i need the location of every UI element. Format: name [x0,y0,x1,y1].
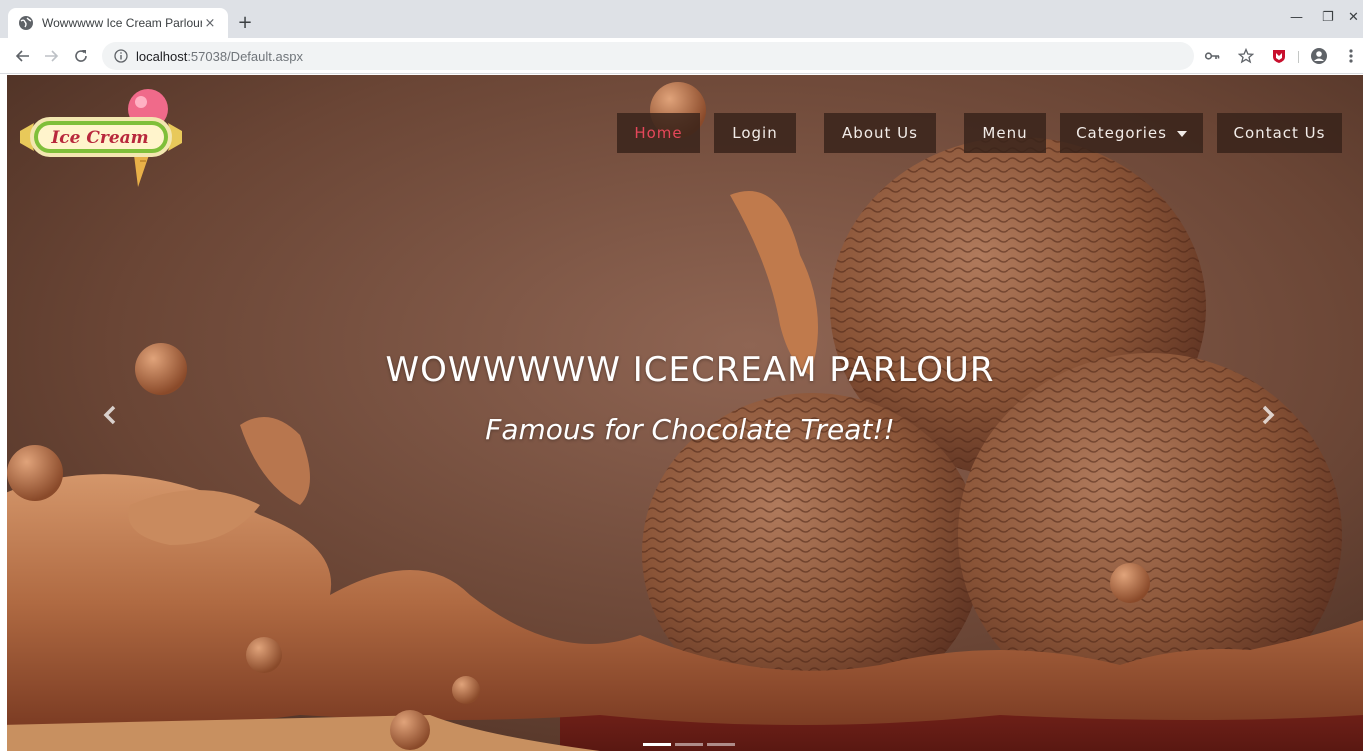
nav-menu-label: Menu [982,124,1028,142]
carousel-indicator[interactable] [643,743,671,746]
site-logo[interactable]: Ice Cream [20,83,182,187]
hero-subtitle: Famous for Chocolate Treat!! [485,413,895,446]
carousel-indicators [643,743,735,746]
reload-icon[interactable] [72,47,90,65]
nav-home[interactable]: Home [617,113,700,153]
new-tab-button[interactable]: + [236,14,254,32]
carousel-indicator[interactable] [707,743,735,746]
browser-toolbar: localhost:57038/Default.aspx [0,38,1363,74]
tab-title: Wowwwww Ice Cream Parlour [42,16,202,30]
back-arrow-icon[interactable] [14,47,32,65]
key-icon[interactable] [1203,47,1221,65]
carousel-prev-button[interactable] [96,397,124,433]
address-bar[interactable]: localhost:57038/Default.aspx [102,42,1194,70]
hero-title: WOWWWWW ICECREAM PARLOUR [385,350,995,390]
star-icon[interactable] [1237,47,1255,65]
toolbar-divider [1298,51,1299,63]
caret-down-icon [1176,131,1187,137]
carousel-indicator[interactable] [675,743,703,746]
nav-categories-dropdown[interactable]: Categories [1060,113,1203,153]
nav-contact-label: Contact Us [1233,124,1326,142]
maximize-button[interactable]: ❐ [1322,10,1334,25]
nav-categories-label: Categories [1076,124,1167,142]
close-window-button[interactable]: ✕ [1348,10,1359,25]
chevron-right-icon [1262,405,1275,425]
nav-home-label: Home [634,124,683,142]
chevron-left-icon [103,405,116,425]
url-path: :57038/Default.aspx [187,48,303,64]
forward-arrow-icon[interactable] [42,47,60,65]
nav-login[interactable]: Login [714,113,796,153]
carousel-next-button[interactable] [1254,397,1282,433]
url-text: localhost:57038/Default.aspx [136,49,303,64]
info-icon[interactable] [114,49,128,63]
extension-shield-icon[interactable] [1270,47,1288,65]
nav-login-label: Login [732,124,778,142]
logo-text: Ice Cream [50,128,148,148]
nav-menu[interactable]: Menu [964,113,1046,153]
minimize-button[interactable]: — [1290,10,1303,25]
more-vert-icon[interactable] [1342,47,1360,65]
nav-about-us[interactable]: About Us [824,113,936,153]
globe-icon [18,15,34,31]
url-host: localhost [136,48,188,64]
browser-tab-strip: Wowwwww Ice Cream Parlour × + — ❐ ✕ [0,0,1363,38]
nav-about-label: About Us [842,124,918,142]
profile-icon[interactable] [1310,47,1328,65]
tab-close-icon[interactable]: × [202,16,218,31]
browser-tab[interactable]: Wowwwww Ice Cream Parlour × [8,8,228,38]
web-page: Ice Cream Home Login About Us Menu Categ… [0,75,1363,751]
nav-contact-us[interactable]: Contact Us [1217,113,1342,153]
